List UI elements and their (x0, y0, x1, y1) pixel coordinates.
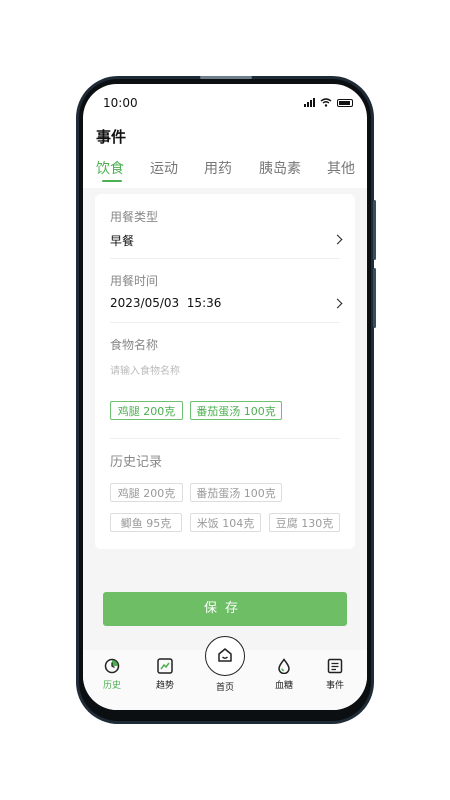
meal-form-card: 用餐类型 早餐 用餐时间 2023/05/03 15:36 食物名称 请输入食物… (95, 194, 355, 549)
history-chip[interactable]: 鸡腿 200克 (110, 483, 183, 502)
history-chip[interactable]: 米饭 104克 (190, 513, 261, 532)
wifi-icon (320, 98, 332, 107)
signal-icon (304, 98, 315, 107)
nav-label: 历史 (102, 681, 121, 691)
history-label: 历史记录 (110, 455, 163, 470)
nav-item-trend[interactable]: 趋势 (145, 658, 185, 691)
chevron-right-icon (332, 234, 343, 245)
meal-type-value: 早餐 (110, 234, 135, 248)
bottom-navigation: 历史 趋势 首页 血糖 事件 (83, 636, 367, 710)
home-icon (218, 648, 232, 662)
tab-bar: 饮食 运动 用药 胰岛素 其他 (96, 158, 367, 188)
nav-item-history[interactable]: 历史 (92, 658, 132, 691)
tab-diet[interactable]: 饮食 (96, 158, 124, 178)
save-button[interactable]: 保存 (103, 592, 347, 626)
meal-time-label: 用餐时间 (110, 274, 159, 288)
nav-label: 趋势 (155, 681, 174, 691)
meal-type-selector[interactable]: 早餐 (95, 226, 355, 254)
history-icon (104, 658, 120, 674)
nav-item-event[interactable]: 事件 (315, 658, 355, 691)
divider (110, 258, 340, 259)
meal-time-selector[interactable]: 2023/05/03 15:36 (95, 290, 355, 318)
blood-drop-icon (278, 658, 290, 674)
selected-food-chip[interactable]: 鸡腿 200克 (110, 401, 183, 420)
tab-other[interactable]: 其他 (327, 158, 355, 178)
status-time: 10:00 (103, 96, 138, 110)
nav-item-blood-sugar[interactable]: 血糖 (264, 658, 304, 691)
status-bar: 10:00 (83, 84, 367, 120)
page-title: 事件 (96, 128, 127, 146)
active-tab-indicator (102, 180, 122, 182)
food-name-label: 食物名称 (110, 338, 159, 352)
phone-speaker (200, 76, 252, 79)
divider (110, 322, 340, 323)
history-chip[interactable]: 豆腐 130克 (269, 513, 340, 532)
home-button[interactable] (205, 636, 245, 676)
event-list-icon (327, 658, 343, 674)
trend-icon (157, 658, 173, 674)
nav-label: 首页 (215, 683, 234, 693)
tab-medication[interactable]: 用药 (204, 158, 232, 178)
phone-power-button (373, 268, 376, 328)
chevron-right-icon (332, 298, 343, 309)
divider (110, 438, 340, 439)
phone-volume-button (373, 200, 376, 260)
nav-label: 血糖 (274, 681, 293, 691)
meal-type-label: 用餐类型 (110, 210, 159, 224)
status-icons (304, 98, 353, 107)
food-name-input[interactable]: 请输入食物名称 (110, 362, 180, 377)
nav-label: 事件 (325, 681, 344, 691)
battery-icon (337, 99, 353, 107)
selected-food-chip[interactable]: 番茄蛋汤 100克 (190, 401, 282, 420)
app-screen: 10:00 事件 饮食 运动 用药 胰岛素 其他 用餐类型 早餐 用餐时间 20… (83, 84, 367, 710)
history-chip[interactable]: 番茄蛋汤 100克 (190, 483, 282, 502)
history-chip[interactable]: 鲫鱼 95克 (110, 513, 182, 532)
tab-insulin[interactable]: 胰岛素 (259, 158, 301, 178)
tab-exercise[interactable]: 运动 (150, 158, 178, 178)
meal-time-value: 2023/05/03 15:36 (110, 296, 222, 310)
